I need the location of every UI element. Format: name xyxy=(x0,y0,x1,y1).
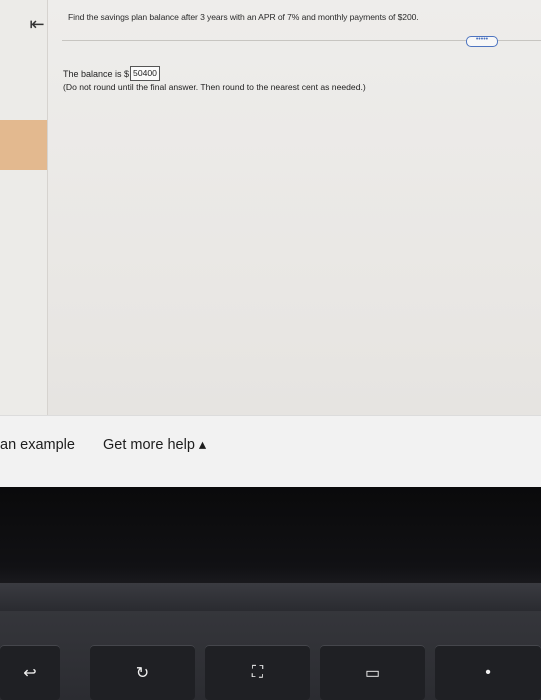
help-bar xyxy=(0,415,541,487)
fullscreen-key[interactable]: ⛶ xyxy=(205,645,310,700)
laptop-bezel xyxy=(0,487,541,587)
brightness-key[interactable]: • xyxy=(435,645,541,700)
answer-line: The balance is $ 50400 xyxy=(63,66,160,81)
answer-prefix: The balance is $ xyxy=(63,68,130,79)
balance-answer-input[interactable]: 50400 xyxy=(130,66,160,81)
get-more-help-link[interactable]: Get more help ▴ xyxy=(103,437,206,453)
show-more-button[interactable]: ••••• xyxy=(466,36,498,47)
overview-key[interactable]: ▭ xyxy=(320,645,425,700)
laptop-hinge xyxy=(0,583,541,611)
current-question-indicator[interactable] xyxy=(0,120,47,170)
back-arrow-key[interactable]: ↩ xyxy=(0,645,60,700)
rounding-note: (Do not round until the final answer. Th… xyxy=(63,82,366,92)
question-text: Find the savings plan balance after 3 ye… xyxy=(68,12,419,22)
refresh-key[interactable]: ↻ xyxy=(90,645,195,700)
collapse-back-icon[interactable]: ⇤ xyxy=(27,14,47,34)
question-list-rail xyxy=(0,0,48,415)
mathxl-screen: ⇤ Find the savings plan balance after 3 … xyxy=(0,0,541,487)
view-example-link[interactable]: an example xyxy=(0,437,75,453)
